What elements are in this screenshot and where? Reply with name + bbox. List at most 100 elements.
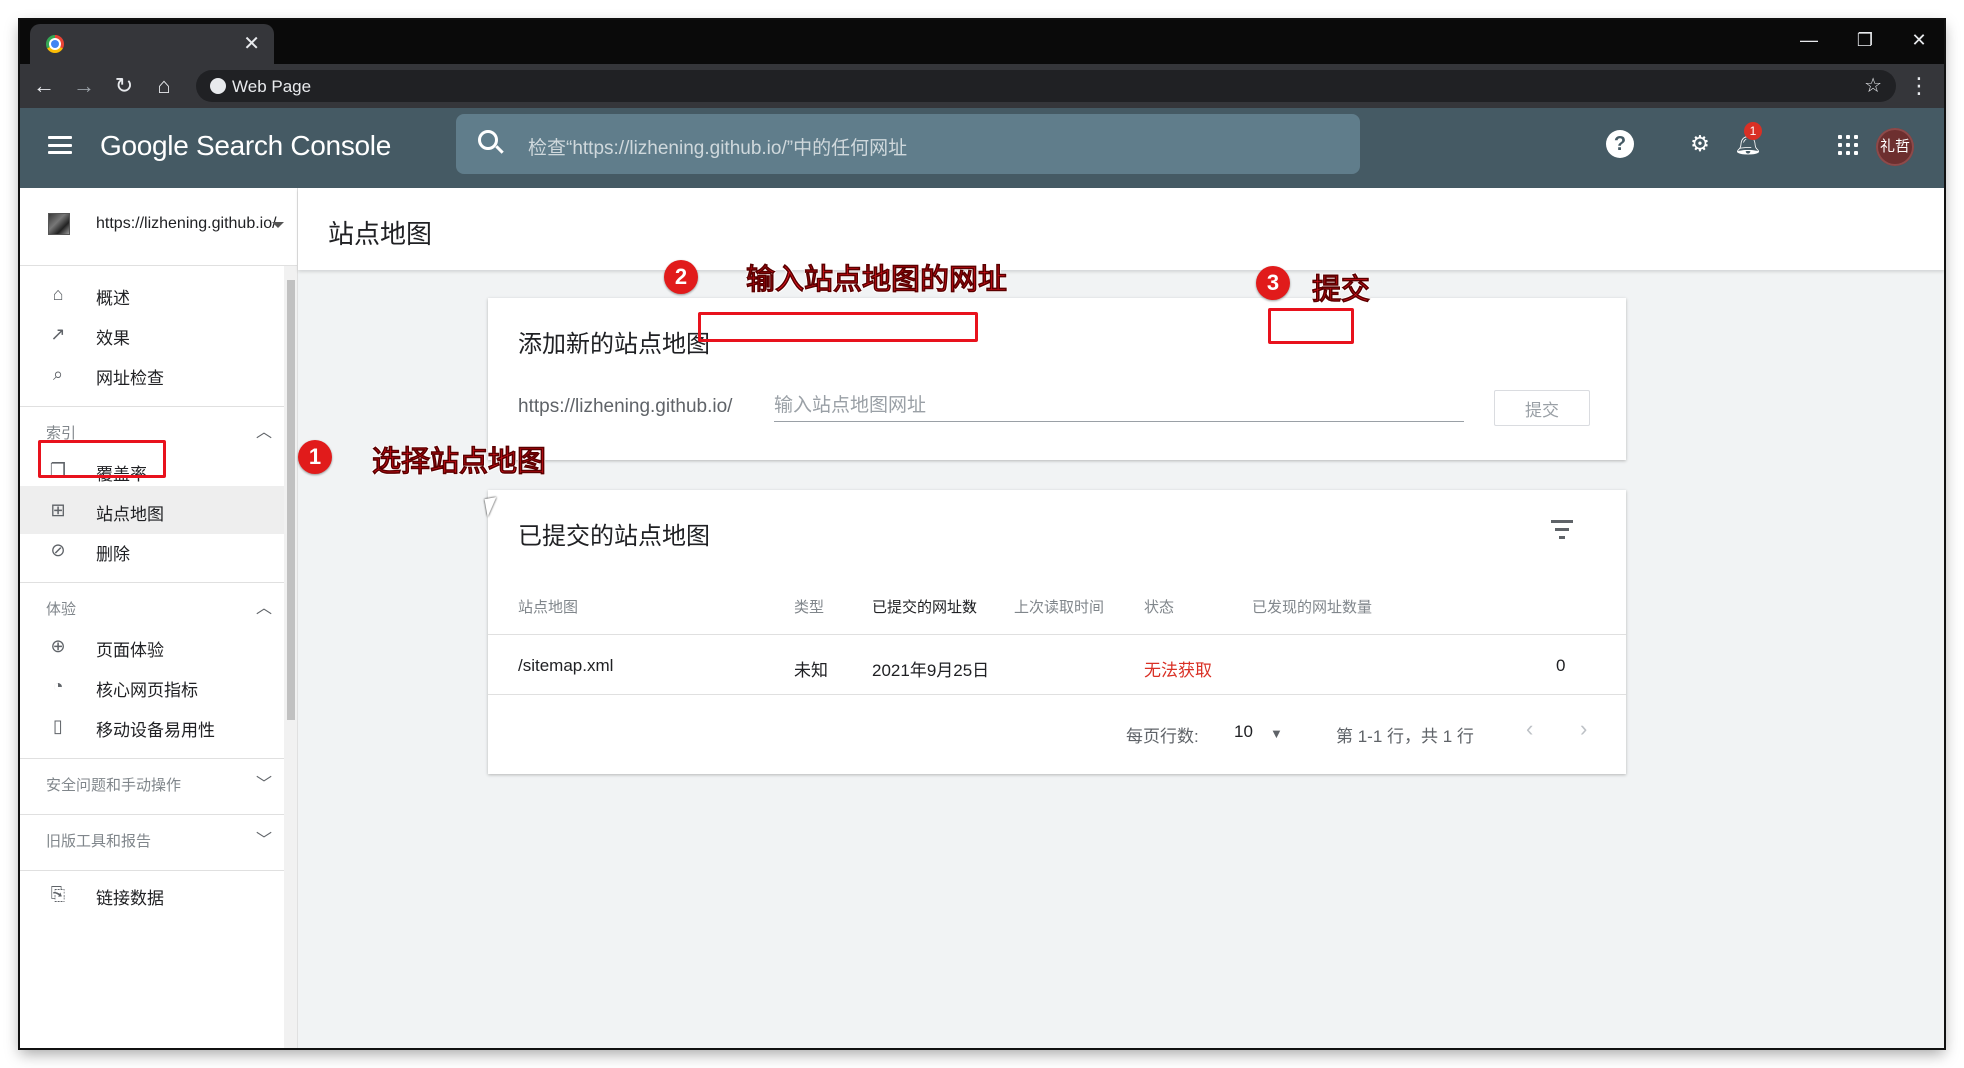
sort-arrow-icon[interactable]: ↓ xyxy=(968,596,976,613)
page-title: 站点地图 xyxy=(328,219,433,249)
home-icon: ⌂ xyxy=(52,284,64,304)
sidebar-item-mobile-usability[interactable]: ▯ 移动设备易用性 xyxy=(20,702,284,750)
cell-discovered: 0 xyxy=(1556,656,1566,675)
submitted-sitemaps-card: 已提交的站点地图 站点地图 类型 已提交的网址数 ↓ 上次读取时间 状态 已发现… xyxy=(488,490,1626,774)
column-header-last-read[interactable]: 上次读取时间 xyxy=(1014,596,1104,617)
property-selector[interactable]: https://lizhening.github.io/ xyxy=(20,188,297,266)
eye-off-icon: ⊘ xyxy=(50,540,66,560)
column-header-type[interactable]: 类型 xyxy=(794,596,824,617)
back-icon[interactable]: ← xyxy=(30,72,58,100)
sidebar-item-links[interactable]: ⎘ 链接数据 xyxy=(20,870,284,918)
search-icon xyxy=(478,130,498,150)
search-placeholder: 检查“https://lizhening.github.io/”中的任何网址 xyxy=(528,138,908,159)
column-header-discovered[interactable]: 已发现的网址数量 xyxy=(1252,596,1372,617)
url-inspection-search[interactable]: 检查“https://lizhening.github.io/”中的任何网址 xyxy=(456,114,1360,174)
site-info-icon[interactable] xyxy=(210,78,226,94)
browser-menu-icon[interactable]: ⋮ xyxy=(1908,72,1930,100)
sidebar-item-label: 概述 xyxy=(96,289,130,308)
cell-status: 无法获取 xyxy=(1144,661,1212,680)
section-label: 安全问题和手动操作 xyxy=(46,777,182,794)
browser-toolbar: ← → ↻ ⌂ Web Page ☆ ⋮ xyxy=(20,64,1944,108)
link-icon: ⎘ xyxy=(50,884,66,904)
annotation-highlight-sitemaps xyxy=(38,440,166,478)
sidebar-item-label: 页面体验 xyxy=(96,641,164,660)
account-settings-icon[interactable]: ⚙ xyxy=(1684,128,1716,160)
app-header: Google Search Console 检查“https://lizheni… xyxy=(20,108,1944,188)
trending-up-icon: ↗ xyxy=(50,324,66,344)
pagination-range: 第 1-1 行，共 1 行 xyxy=(1336,727,1474,746)
page-header: 站点地图 xyxy=(298,188,1944,270)
sidebar-scrollbar[interactable] xyxy=(284,266,297,1048)
sidebar-item-label: 移动设备易用性 xyxy=(96,721,215,740)
notification-badge: 1 xyxy=(1744,122,1762,140)
filter-icon[interactable] xyxy=(1550,520,1574,540)
sidebar-item-removals[interactable]: ⊘ 删除 xyxy=(20,526,284,574)
chevron-up-icon: ︿ xyxy=(256,424,273,441)
submit-button[interactable]: 提交 xyxy=(1494,390,1590,426)
search-icon: ⌕ xyxy=(52,364,64,384)
sidebar-item-label: 网址检查 xyxy=(96,369,164,388)
bookmark-star-icon[interactable]: ☆ xyxy=(1864,73,1882,98)
annotation-text-3: 提交 xyxy=(1312,274,1371,307)
column-header-status[interactable]: 状态 xyxy=(1144,596,1174,617)
avatar[interactable]: 礼哲 xyxy=(1876,128,1914,166)
annotation-text-1: 选择站点地图 xyxy=(372,446,547,479)
section-security-header[interactable]: 安全问题和手动操作 ﹀ xyxy=(20,758,284,806)
apps-grid-icon[interactable] xyxy=(1838,135,1858,155)
annotation-highlight-input xyxy=(698,312,978,342)
prev-page-icon[interactable]: ‹ xyxy=(1526,716,1533,742)
rows-per-page-select[interactable]: 10 xyxy=(1234,722,1253,742)
section-label: 旧版工具和报告 xyxy=(46,833,152,850)
phone-icon: ▯ xyxy=(53,716,63,736)
minimize-button[interactable]: — xyxy=(1786,26,1832,54)
annotation-step-2: 2 xyxy=(664,260,698,294)
restore-button[interactable]: ❐ xyxy=(1842,26,1888,54)
gauge-icon: ◔ xyxy=(52,676,64,696)
next-page-icon[interactable]: › xyxy=(1580,716,1587,742)
column-header-submitted[interactable]: 已提交的网址数 xyxy=(872,596,977,617)
reload-icon[interactable]: ↻ xyxy=(110,72,138,100)
sitemap-url-prefix: https://lizhening.github.io/ xyxy=(518,396,733,417)
forward-icon[interactable]: → xyxy=(70,72,98,100)
chevron-up-icon: ︿ xyxy=(256,600,273,617)
sitemap-url-input[interactable] xyxy=(774,390,1464,422)
browser-window: ✕ — ❐ ✕ ← → ↻ ⌂ Web Page ☆ ⋮ Google Sear… xyxy=(20,20,1944,1048)
address-bar[interactable]: Web Page ☆ xyxy=(196,70,1896,102)
sidebar-item-label: 效果 xyxy=(96,329,130,348)
home-icon[interactable]: ⌂ xyxy=(150,72,178,100)
scrollbar-thumb[interactable] xyxy=(287,280,295,720)
section-label: 体验 xyxy=(46,601,77,618)
main-content: 站点地图 添加新的站点地图 https://lizhening.github.i… xyxy=(298,188,1944,1048)
menu-icon[interactable] xyxy=(48,136,72,154)
divider xyxy=(488,694,1626,695)
dropdown-caret-icon xyxy=(272,222,284,228)
browser-tab[interactable]: ✕ xyxy=(30,24,274,64)
submitted-sitemaps-title: 已提交的站点地图 xyxy=(518,523,710,550)
sidebar: https://lizhening.github.io/ ⌂ 概述 ↗ 效果 ⌕… xyxy=(20,188,298,1048)
address-text: Web Page xyxy=(232,77,312,96)
section-legacy-header[interactable]: 旧版工具和报告 ﹀ xyxy=(20,814,284,862)
sidebar-item-label: 站点地图 xyxy=(96,505,164,524)
annotation-text-2: 输入站点地图的网址 xyxy=(746,264,1008,297)
column-header-sitemap[interactable]: 站点地图 xyxy=(518,596,578,617)
chrome-favicon-icon xyxy=(46,35,64,53)
tab-strip: ✕ — ❐ ✕ xyxy=(20,20,1944,64)
sidebar-item-url-inspection[interactable]: ⌕ 网址检查 xyxy=(20,350,284,398)
chevron-down-icon: ﹀ xyxy=(256,832,273,849)
plus-circle-icon: ⊕ xyxy=(50,636,66,656)
tab-close-icon[interactable]: ✕ xyxy=(243,32,260,56)
annotation-step-1: 1 xyxy=(298,440,332,474)
help-icon[interactable]: ? xyxy=(1606,130,1634,158)
sidebar-item-label: 链接数据 xyxy=(96,889,164,908)
window-close-button[interactable]: ✕ xyxy=(1896,26,1942,54)
add-sitemap-card: 添加新的站点地图 https://lizhening.github.io/ 提交 xyxy=(488,298,1626,460)
sidebar-item-label: 删除 xyxy=(96,545,130,564)
cell-submitted: 2021年9月25日 xyxy=(872,661,990,680)
dropdown-caret-icon[interactable]: ▼ xyxy=(1270,726,1283,741)
add-sitemap-title: 添加新的站点地图 xyxy=(518,331,710,358)
cell-sitemap[interactable]: /sitemap.xml xyxy=(518,656,613,676)
cell-type: 未知 xyxy=(794,661,828,680)
app-logo[interactable]: Google Search Console xyxy=(100,130,391,162)
annotation-highlight-submit xyxy=(1268,308,1354,344)
annotation-step-3: 3 xyxy=(1256,266,1290,300)
